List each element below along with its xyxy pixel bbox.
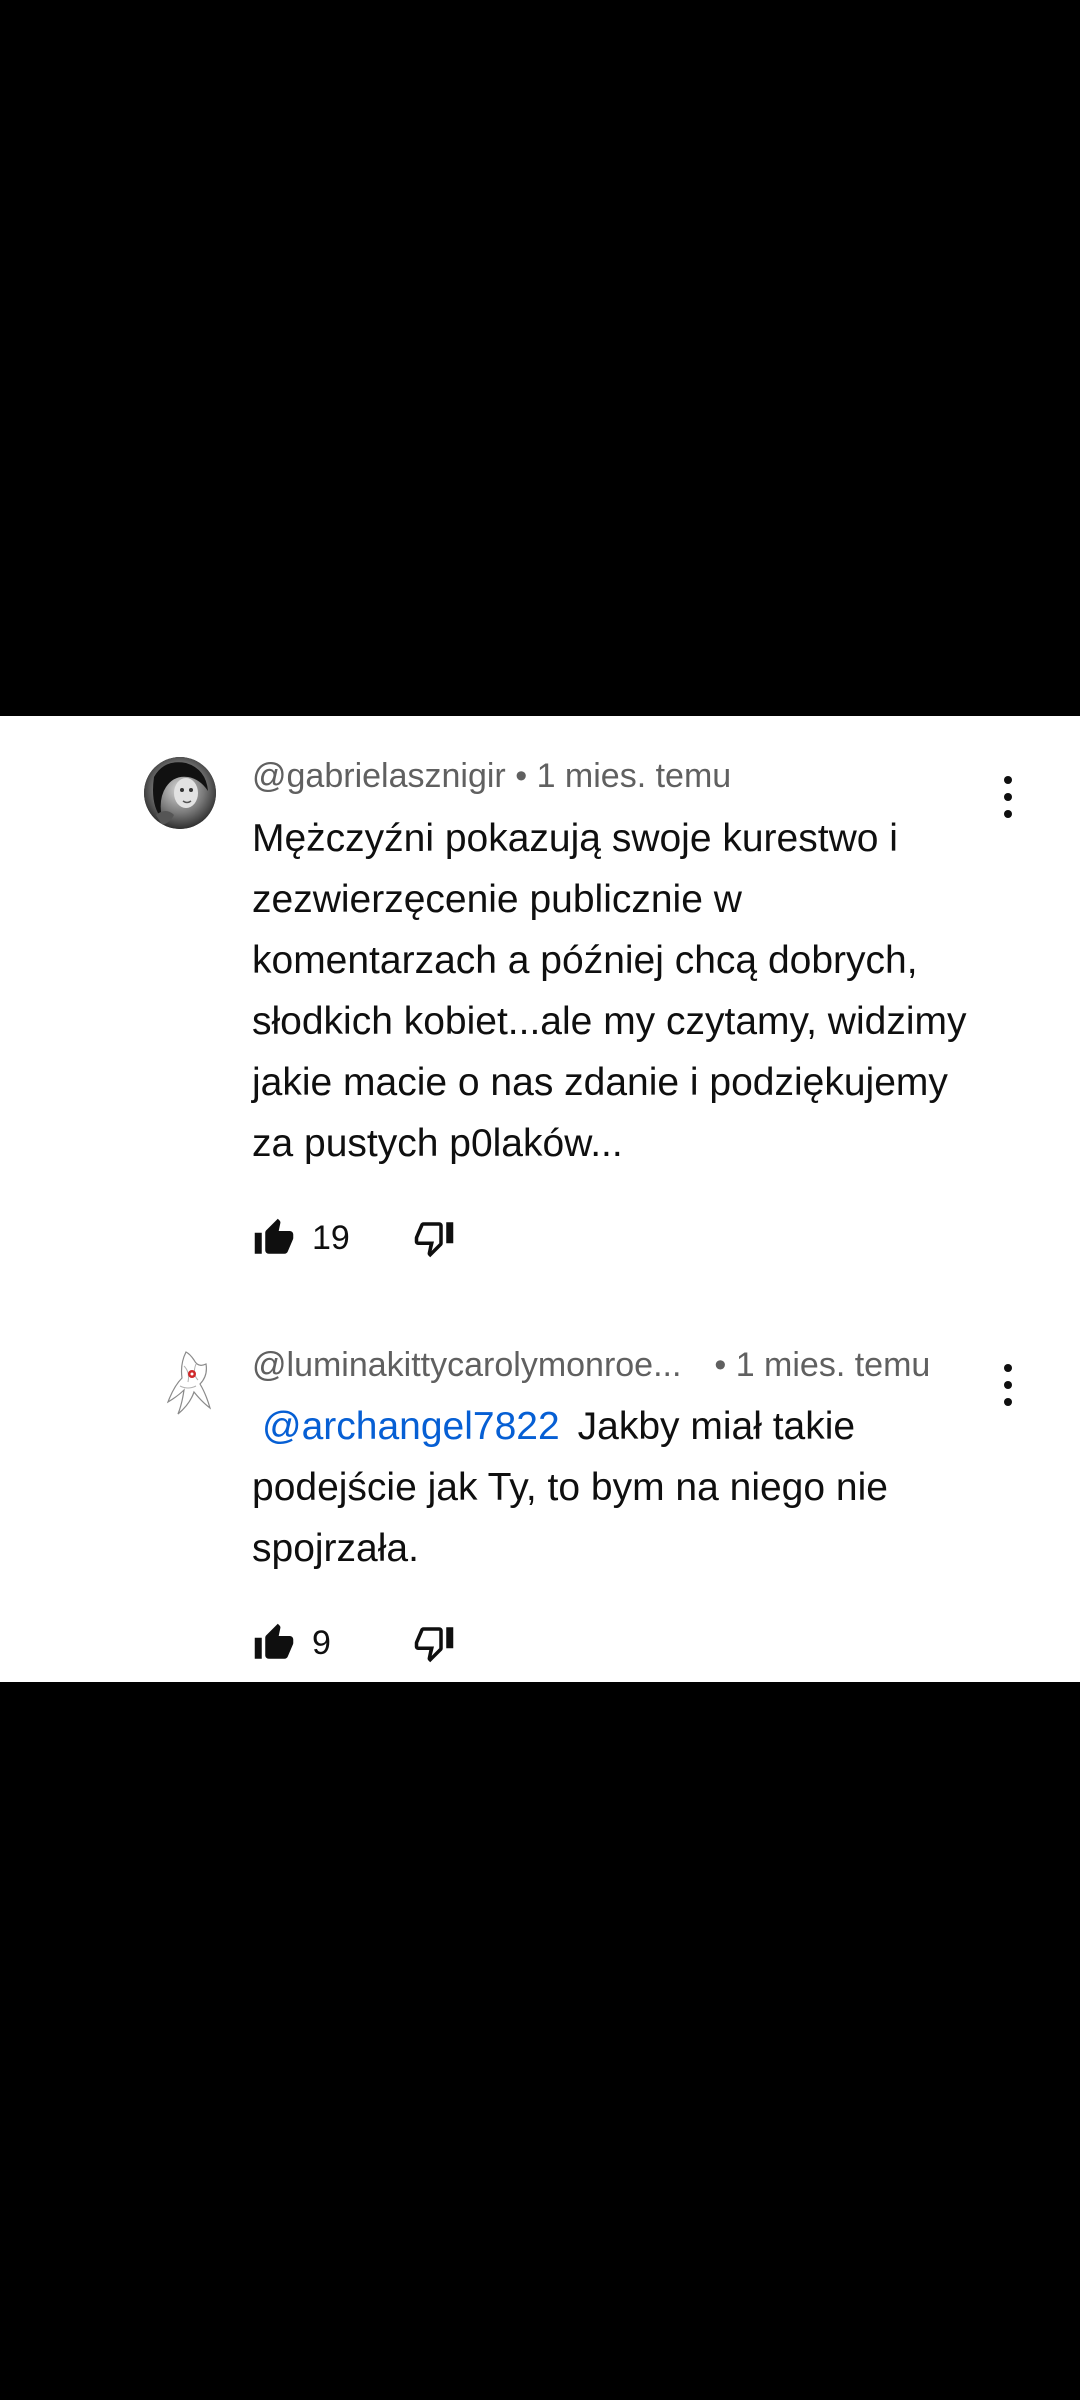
comment-time: 1 mies. temu [735, 1346, 931, 1384]
like-button[interactable]: 9 [252, 1622, 372, 1664]
user-photo-avatar-icon [144, 757, 216, 829]
comment-meta: @gabrielasznigir • 1 mies. temu [252, 756, 731, 796]
thumbs-up-filled-icon [254, 1218, 294, 1254]
comment-text: @archangel7822 Jakby miał takie podejście… [252, 1396, 992, 1579]
avatar[interactable] [144, 757, 216, 829]
comment-meta: @luminakittycarolymonroe... • 1 mies. te… [252, 1345, 930, 1385]
comment-author[interactable]: @gabrielasznigir [252, 757, 506, 795]
more-vert-icon [1004, 776, 1012, 784]
dislike-button[interactable] [412, 1622, 456, 1664]
more-vert-icon [1004, 1364, 1012, 1372]
like-count: 19 [312, 1218, 350, 1257]
dislike-button[interactable] [412, 1217, 456, 1259]
mention-link[interactable]: @archangel7822 [262, 1405, 560, 1448]
comment-author[interactable]: @luminakittycarolymonroe... [252, 1346, 681, 1384]
thumbs-down-outline-icon [414, 1627, 454, 1663]
comment-actions: 19 [252, 1213, 456, 1263]
comment-actions: 9 [252, 1618, 456, 1668]
comment-menu-button[interactable] [990, 772, 1026, 822]
comment-time: 1 mies. temu [536, 757, 732, 795]
like-count: 9 [312, 1623, 331, 1662]
thumbs-up-filled-icon [254, 1623, 294, 1659]
thumbs-down-outline-icon [414, 1222, 454, 1258]
meta-separator: • [515, 757, 528, 795]
bottom-letterbox [0, 1682, 1080, 2400]
like-button[interactable]: 19 [252, 1217, 372, 1259]
avatar[interactable] [160, 1346, 220, 1418]
comments-panel: @gabrielasznigir • 1 mies. temu Mężczyźn… [0, 716, 1080, 1682]
top-letterbox [0, 0, 1080, 716]
illustration-avatar-icon [160, 1346, 220, 1418]
comment-menu-button[interactable] [990, 1360, 1026, 1410]
meta-separator: • [714, 1346, 727, 1384]
comment-text: Mężczyźni pokazują swoje kurestwo i zezw… [252, 817, 967, 1165]
